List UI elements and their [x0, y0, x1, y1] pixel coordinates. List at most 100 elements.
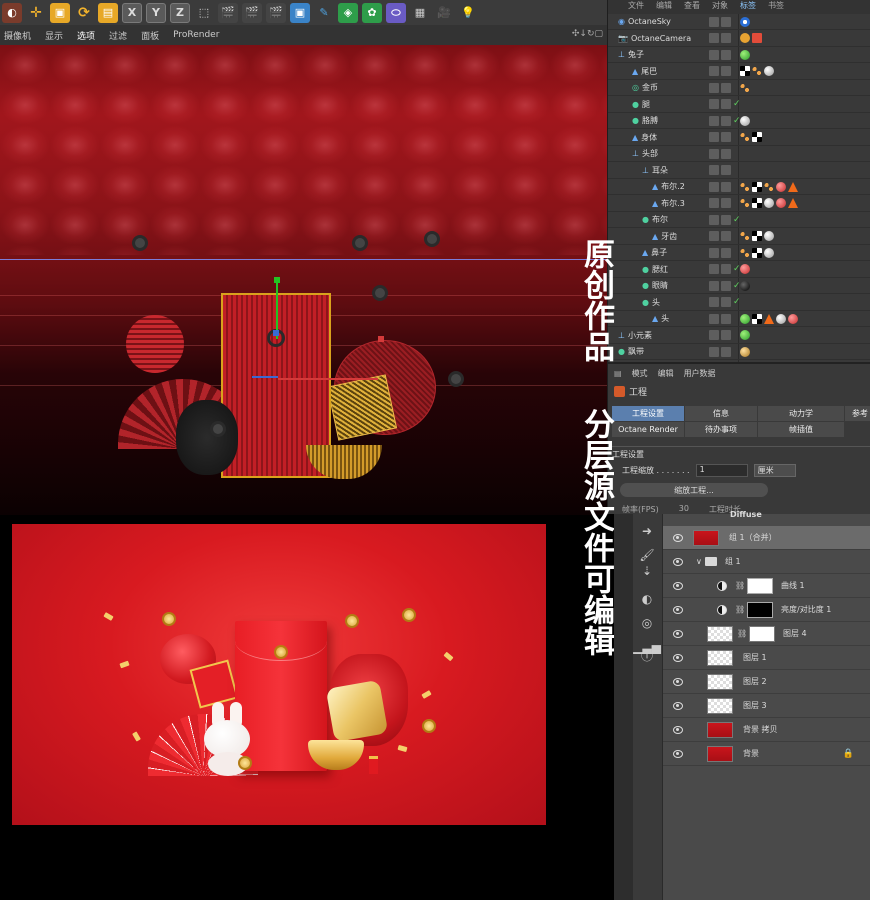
enabled-check-icon[interactable]: ✓ [733, 297, 741, 307]
axis-z-button[interactable]: Z [170, 2, 190, 23]
object-visibility-flags[interactable] [709, 231, 741, 241]
layer-flag-icon[interactable] [709, 16, 719, 27]
checker-tag-icon[interactable] [752, 181, 762, 192]
object-row[interactable]: ● 眼睛 ✓ [608, 278, 870, 294]
layer-flag-icon[interactable] [709, 297, 719, 307]
floor-icon[interactable]: ▦ [410, 3, 430, 23]
cube-primitive-icon[interactable]: ▣ [290, 2, 310, 23]
link-icon[interactable]: ⛓ [735, 581, 745, 590]
tab-info[interactable]: 信息 [685, 406, 757, 421]
gizmo-x-handle[interactable] [378, 336, 384, 342]
visibility-flag-icon[interactable] [721, 181, 731, 192]
object-row[interactable]: ● 头 ✓ [608, 295, 870, 311]
layer-row[interactable]: 背景 拷贝 [663, 718, 870, 742]
undo-icon[interactable]: ◐ [2, 2, 22, 23]
link-icon[interactable]: ⛓ [737, 629, 747, 638]
octane-sky-tag-icon[interactable] [740, 16, 750, 27]
layer-flag-icon[interactable] [709, 148, 719, 159]
tab-dynamics[interactable]: 动力学 [758, 406, 844, 421]
axis-y-button[interactable]: Y [146, 2, 166, 23]
layer-row[interactable]: ∨ 组 1 [663, 550, 870, 574]
layer-flag-icon[interactable] [709, 346, 719, 357]
visibility-flag-icon[interactable] [721, 297, 731, 307]
wireframe-coin[interactable] [210, 421, 226, 437]
checker-tag-icon[interactable] [752, 247, 762, 258]
object-row[interactable]: ● 腮红 ✓ [608, 262, 870, 278]
object-visibility-flags[interactable]: ✓ [709, 264, 741, 274]
viewport-menu-filter[interactable]: 过滤 [109, 29, 127, 42]
eye-icon[interactable] [673, 629, 683, 638]
orange-dots-icon[interactable] [764, 181, 774, 192]
pen-spline-icon[interactable]: ✎ [314, 3, 334, 23]
layer-row[interactable]: 图层 3 [663, 694, 870, 718]
enabled-check-icon[interactable]: ✓ [733, 215, 741, 225]
visibility-flag-icon[interactable] [721, 33, 731, 43]
eye-icon[interactable] [673, 725, 683, 734]
object-row[interactable]: ◉ OctaneSky [608, 14, 870, 30]
object-visibility-flags[interactable] [709, 247, 741, 258]
visibility-flag-icon[interactable] [721, 264, 731, 274]
object-row[interactable]: ▲ 牙齿 [608, 229, 870, 245]
red-material-ball-icon[interactable] [776, 198, 786, 208]
grey-material-ball-icon[interactable] [740, 115, 750, 126]
red-material-ball-icon[interactable] [740, 264, 750, 274]
grey-material-ball-icon[interactable] [764, 247, 774, 258]
object-row[interactable]: ● 胳膊 ✓ [608, 113, 870, 129]
render-picture-viewer-icon[interactable]: 🎬 [242, 2, 262, 23]
clone-source-icon[interactable]: ⇣ [638, 562, 656, 580]
om-menu-object[interactable]: 对象 [712, 0, 728, 14]
tab-project-settings[interactable]: 工程设置 [612, 406, 684, 421]
layer-thumbnail[interactable] [693, 529, 719, 546]
object-visibility-flags[interactable]: ✓ [709, 297, 741, 307]
deformer-icon[interactable]: ⬭ [386, 2, 406, 23]
tab-reference[interactable]: 参考 [845, 406, 870, 421]
adjustments-icon[interactable]: ◐ [638, 590, 656, 608]
om-menu-file[interactable]: 文件 [628, 0, 644, 14]
layer-mask-thumbnail[interactable] [747, 601, 773, 618]
om-menu-view[interactable]: 查看 [684, 0, 700, 14]
visibility-flag-icon[interactable] [721, 330, 731, 340]
eye-icon[interactable] [673, 653, 683, 662]
object-row[interactable]: ● 腿 ✓ [608, 97, 870, 113]
layer-row[interactable]: 组 1（合并） [663, 526, 870, 550]
layer-flag-icon[interactable] [709, 66, 719, 76]
layer-thumbnail[interactable] [707, 625, 733, 642]
wireframe-lantern[interactable] [126, 315, 184, 373]
layer-flag-icon[interactable] [709, 247, 719, 258]
layer-flag-icon[interactable] [709, 264, 719, 274]
object-visibility-flags[interactable] [709, 330, 741, 340]
attr-menu-mode[interactable]: 模式 [632, 368, 648, 379]
layer-thumbnail[interactable] [707, 649, 733, 666]
object-row[interactable]: ▲ 尾巴 [608, 64, 870, 80]
visibility-flag-icon[interactable] [721, 231, 731, 241]
checker-tag-icon[interactable] [752, 313, 762, 324]
visibility-flag-icon[interactable] [721, 214, 731, 225]
layer-flag-icon[interactable] [709, 198, 719, 208]
enabled-check-icon[interactable] [733, 165, 741, 175]
info-circle-icon[interactable]: ⓘ [638, 646, 656, 664]
object-row[interactable]: ▲ 身体 [608, 130, 870, 146]
layer-row[interactable]: 图层 2 [663, 670, 870, 694]
object-row[interactable]: ▲ 布尔.2 [608, 179, 870, 195]
orange-triangle-icon[interactable] [788, 181, 798, 192]
layer-row[interactable]: 图层 1 [663, 646, 870, 670]
scale-tool-icon[interactable]: ▣ [50, 2, 70, 23]
object-row[interactable]: ⊥ 头部 [608, 146, 870, 162]
enabled-check-icon[interactable]: ✓ [733, 99, 741, 109]
layer-flag-icon[interactable] [709, 49, 719, 60]
object-row[interactable]: ● 布尔 ✓ [608, 212, 870, 228]
green-material-ball-icon[interactable] [740, 313, 750, 324]
expand-toggle-icon[interactable]: ∨ [696, 557, 702, 566]
layer-flag-icon[interactable] [709, 231, 719, 241]
layer-flag-icon[interactable] [709, 280, 719, 291]
object-visibility-flags[interactable]: ✓ [709, 214, 741, 225]
layer-flag-icon[interactable] [709, 115, 719, 126]
object-row[interactable]: ⊥ 耳朵 [608, 163, 870, 179]
orange-triangle-icon[interactable] [788, 198, 798, 208]
layer-thumbnail[interactable] [707, 721, 733, 738]
tab-todo[interactable]: 待办事项 [685, 422, 757, 437]
layer-flag-icon[interactable] [709, 313, 719, 324]
eye-icon[interactable] [673, 605, 683, 614]
viewport-menu-prorender[interactable]: ProRender [173, 30, 219, 40]
camera-tag-b-icon[interactable] [752, 33, 762, 43]
